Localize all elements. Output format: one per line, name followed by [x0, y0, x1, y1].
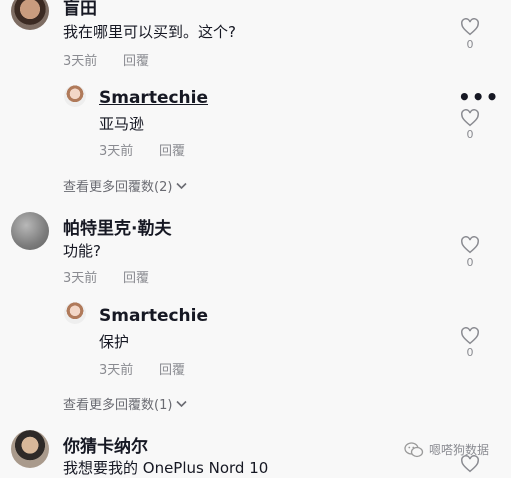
- like-count: 0: [466, 128, 474, 141]
- chevron-down-icon: [176, 400, 187, 407]
- comment-author[interactable]: 帕特里克·勒夫: [63, 214, 171, 239]
- view-more-replies[interactable]: 查看更多回覆数(1): [63, 394, 187, 413]
- more-options-icon[interactable]: •••: [458, 87, 499, 107]
- reply-button[interactable]: 回覆: [159, 359, 185, 378]
- like-count: 0: [466, 38, 474, 51]
- heart-outline-icon[interactable]: [460, 236, 480, 254]
- avatar[interactable]: [64, 302, 86, 324]
- view-more-label: 查看更多回覆数(1): [63, 398, 173, 413]
- avatar[interactable]: [11, 430, 49, 468]
- like-count: 0: [466, 346, 474, 359]
- avatar[interactable]: [11, 212, 49, 250]
- reply-button[interactable]: 回覆: [123, 50, 149, 69]
- chevron-down-icon: [176, 182, 187, 189]
- watermark: 嗯嗒狗数据: [404, 441, 489, 458]
- reply-text: 亚马逊: [99, 115, 145, 133]
- reply-text: 保护: [99, 333, 130, 351]
- reply-author[interactable]: Smartechie: [99, 88, 208, 108]
- reply-button[interactable]: 回覆: [123, 267, 149, 286]
- comment-text: 功能?: [63, 242, 101, 260]
- comment-author[interactable]: 盲田: [63, 0, 97, 19]
- comment-author[interactable]: 你猜卡纳尔: [63, 432, 148, 457]
- watermark-text: 嗯嗒狗数据: [429, 443, 490, 457]
- like-count: 0: [466, 256, 474, 269]
- reply-time: 3天前: [99, 363, 134, 378]
- wechat-logo-icon: [404, 441, 424, 457]
- comment-time: 3天前: [63, 54, 98, 69]
- heart-outline-icon[interactable]: [460, 327, 480, 345]
- comment-text: 我在哪里可以买到。这个?: [63, 23, 236, 41]
- reply-author[interactable]: Smartechie: [99, 306, 208, 326]
- view-more-replies[interactable]: 查看更多回覆数(2): [63, 176, 187, 195]
- avatar[interactable]: [11, 0, 49, 30]
- comment-time: 3天前: [63, 271, 98, 286]
- heart-outline-icon[interactable]: [460, 109, 480, 127]
- avatar[interactable]: [64, 85, 86, 107]
- heart-outline-icon[interactable]: [460, 18, 480, 36]
- view-more-label: 查看更多回覆数(2): [63, 180, 173, 195]
- reply-button[interactable]: 回覆: [159, 140, 185, 159]
- reply-time: 3天前: [99, 144, 134, 159]
